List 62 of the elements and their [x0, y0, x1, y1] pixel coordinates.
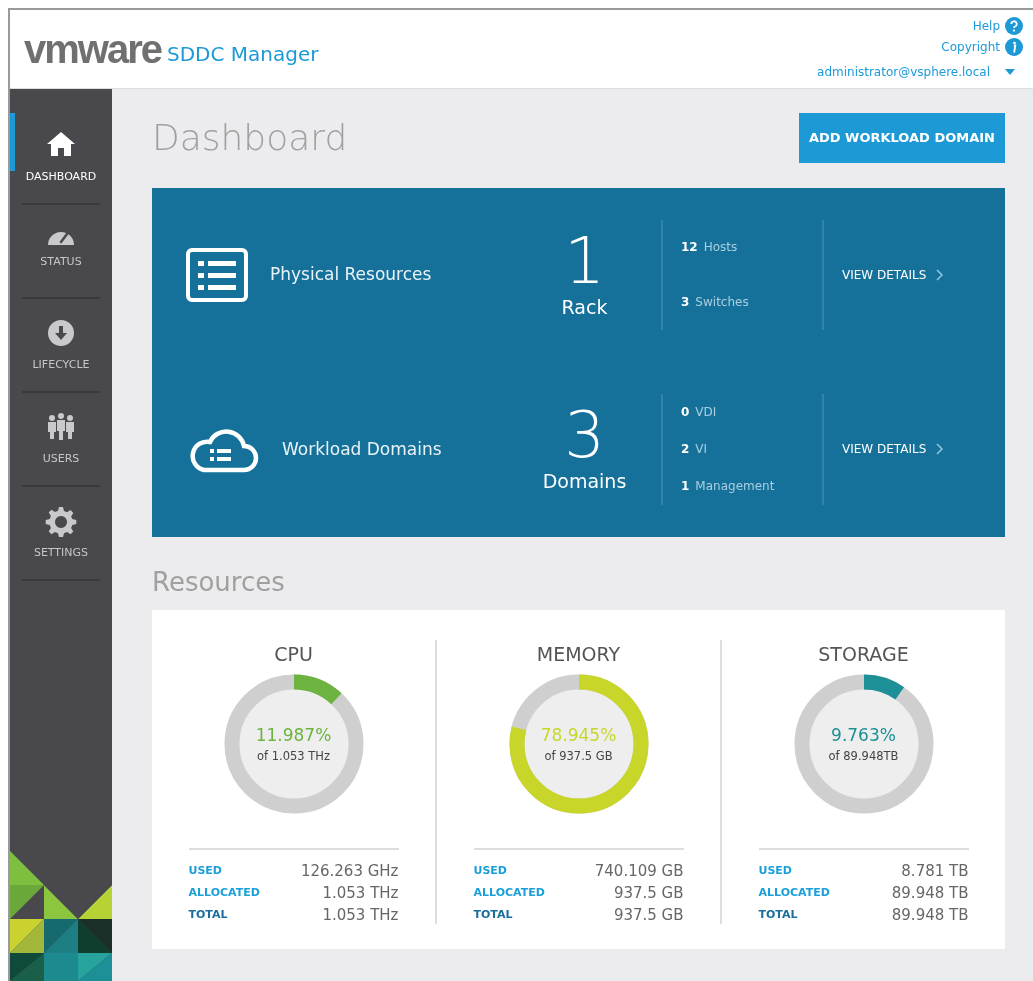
info-icon	[1005, 38, 1023, 56]
product-name: SDDC Manager	[167, 41, 319, 68]
caret-icon	[1005, 69, 1015, 75]
capacity-text: of 937.5 GB	[544, 748, 613, 766]
sidebar-item[interactable]: LIFECYCLE	[10, 299, 112, 391]
gauge-icon	[45, 231, 77, 247]
gear-icon	[45, 504, 77, 537]
metric-label: USED	[188, 862, 222, 879]
capacity-text: of 1.053 THz	[257, 748, 330, 766]
summary-unit: Rack	[561, 294, 608, 320]
user-menu[interactable]: administrator@vsphere.local	[817, 63, 1023, 81]
resource-name: CPU	[274, 641, 313, 667]
list-icon	[186, 247, 248, 302]
stat-text: 0 VDI	[681, 404, 718, 422]
summary-title: Physical Resources	[270, 263, 432, 286]
metric-value: 937.5 GB	[613, 882, 684, 904]
metric-label: ALLOCATED	[188, 884, 260, 901]
resource-name: MEMORY	[536, 641, 621, 667]
page-title: Dashboard	[152, 116, 348, 160]
summary-count: 3	[564, 403, 605, 467]
stat-text: 12 Hosts	[681, 239, 739, 257]
view-details-link[interactable]: VIEW DETAILS	[842, 265, 945, 284]
percent-value: 9.763%	[831, 723, 896, 747]
percent-value: 11.987%	[255, 723, 332, 747]
metric-value: 1.053 THz	[322, 882, 399, 904]
stat-text: 2 VI	[681, 441, 709, 459]
resource-name: STORAGE	[818, 641, 909, 667]
view-details-link[interactable]: VIEW DETAILS	[842, 440, 945, 459]
sidebar-item[interactable]: USERS	[10, 393, 112, 485]
header-link[interactable]: Copyright	[941, 38, 1023, 56]
header-link[interactable]: Help	[972, 17, 1023, 35]
metric-value: 740.109 GB	[594, 860, 684, 882]
metric-label: TOTAL	[188, 906, 228, 923]
percent-value: 78.945%	[540, 723, 617, 747]
metric-value: 8.781 TB	[901, 860, 969, 882]
sidebar-item[interactable]: SETTINGS	[10, 487, 112, 579]
metric-value: 937.5 GB	[613, 904, 684, 926]
metric-value: 89.948 TB	[891, 882, 969, 904]
metric-label: TOTAL	[473, 906, 513, 923]
users-icon	[45, 410, 77, 443]
summary-title: Workload Domains	[282, 437, 442, 461]
chevron-icon	[936, 268, 945, 281]
metric-value: 1.053 THz	[322, 904, 399, 926]
metric-label: TOTAL	[758, 906, 798, 923]
metric-label: USED	[473, 862, 507, 879]
section-title: Resources	[152, 566, 286, 598]
sidebar-item[interactable]: DASHBOARD	[10, 111, 112, 203]
capacity-text: of 89.948TB	[828, 748, 899, 766]
metric-value: 89.948 TB	[891, 904, 969, 926]
chevron-icon	[936, 443, 945, 456]
stat-text: 1 Management	[681, 478, 776, 496]
metric-value: 126.263 GHz	[300, 860, 399, 882]
metric-label: USED	[758, 862, 792, 879]
summary-unit: Domains	[542, 469, 627, 494]
sidebar-item[interactable]: STATUS	[10, 205, 112, 297]
stat-text: 3 Switches	[681, 294, 750, 312]
help-icon	[1005, 17, 1023, 35]
add-domain-button[interactable]: ADD WORKLOAD DOMAIN	[798, 113, 1005, 163]
metric-label: ALLOCATED	[758, 884, 830, 901]
logo-text: vmware	[24, 29, 161, 69]
summary-count: 1	[564, 228, 605, 293]
metric-label: ALLOCATED	[473, 884, 545, 901]
